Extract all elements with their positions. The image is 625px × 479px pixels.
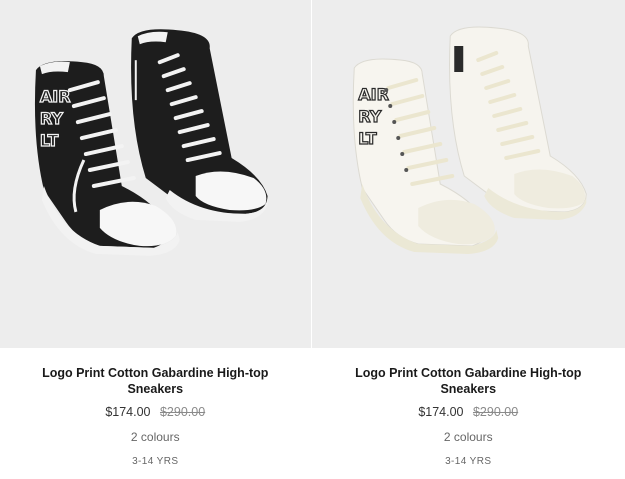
- svg-text:LT: LT: [358, 129, 377, 148]
- product-image[interactable]: AIR RY LT: [0, 0, 311, 348]
- sale-price: $174.00: [418, 405, 464, 419]
- svg-text:LT: LT: [40, 131, 59, 150]
- size-range: 3-14 YRS: [132, 456, 179, 467]
- product-title[interactable]: Logo Print Cotton Gabardine High-top Sne…: [0, 365, 311, 397]
- product-card[interactable]: AIR RY LT Logo Print Cotton Gabardine Hi…: [311, 0, 625, 479]
- svg-text:RY: RY: [358, 107, 381, 126]
- svg-text:RY: RY: [40, 109, 63, 128]
- svg-text:AIR: AIR: [358, 85, 389, 104]
- product-image[interactable]: AIR RY LT: [311, 0, 625, 348]
- colour-count: 2 colours: [130, 430, 180, 444]
- sneaker-white-illustration: AIR RY LT: [352, 26, 587, 254]
- svg-text:AIR: AIR: [40, 87, 71, 106]
- size-range: 3-14 YRS: [445, 456, 492, 467]
- original-price: $290.00: [159, 405, 206, 419]
- original-price: $290.00: [472, 405, 519, 419]
- sneaker-black-illustration: AIR RY LT: [34, 29, 268, 256]
- sale-price: $174.00: [105, 405, 151, 419]
- product-card[interactable]: AIR RY LT Logo Print Cotton Gabardine Hi…: [0, 0, 311, 479]
- product-title[interactable]: Logo Print Cotton Gabardine High-top Sne…: [312, 365, 625, 397]
- price-row: $174.00 $290.00: [0, 404, 311, 420]
- product-grid: AIR RY LT Logo Print Cotton Gabardine Hi…: [0, 0, 625, 479]
- colour-count: 2 colours: [443, 430, 493, 444]
- price-row: $174.00 $290.00: [312, 404, 625, 420]
